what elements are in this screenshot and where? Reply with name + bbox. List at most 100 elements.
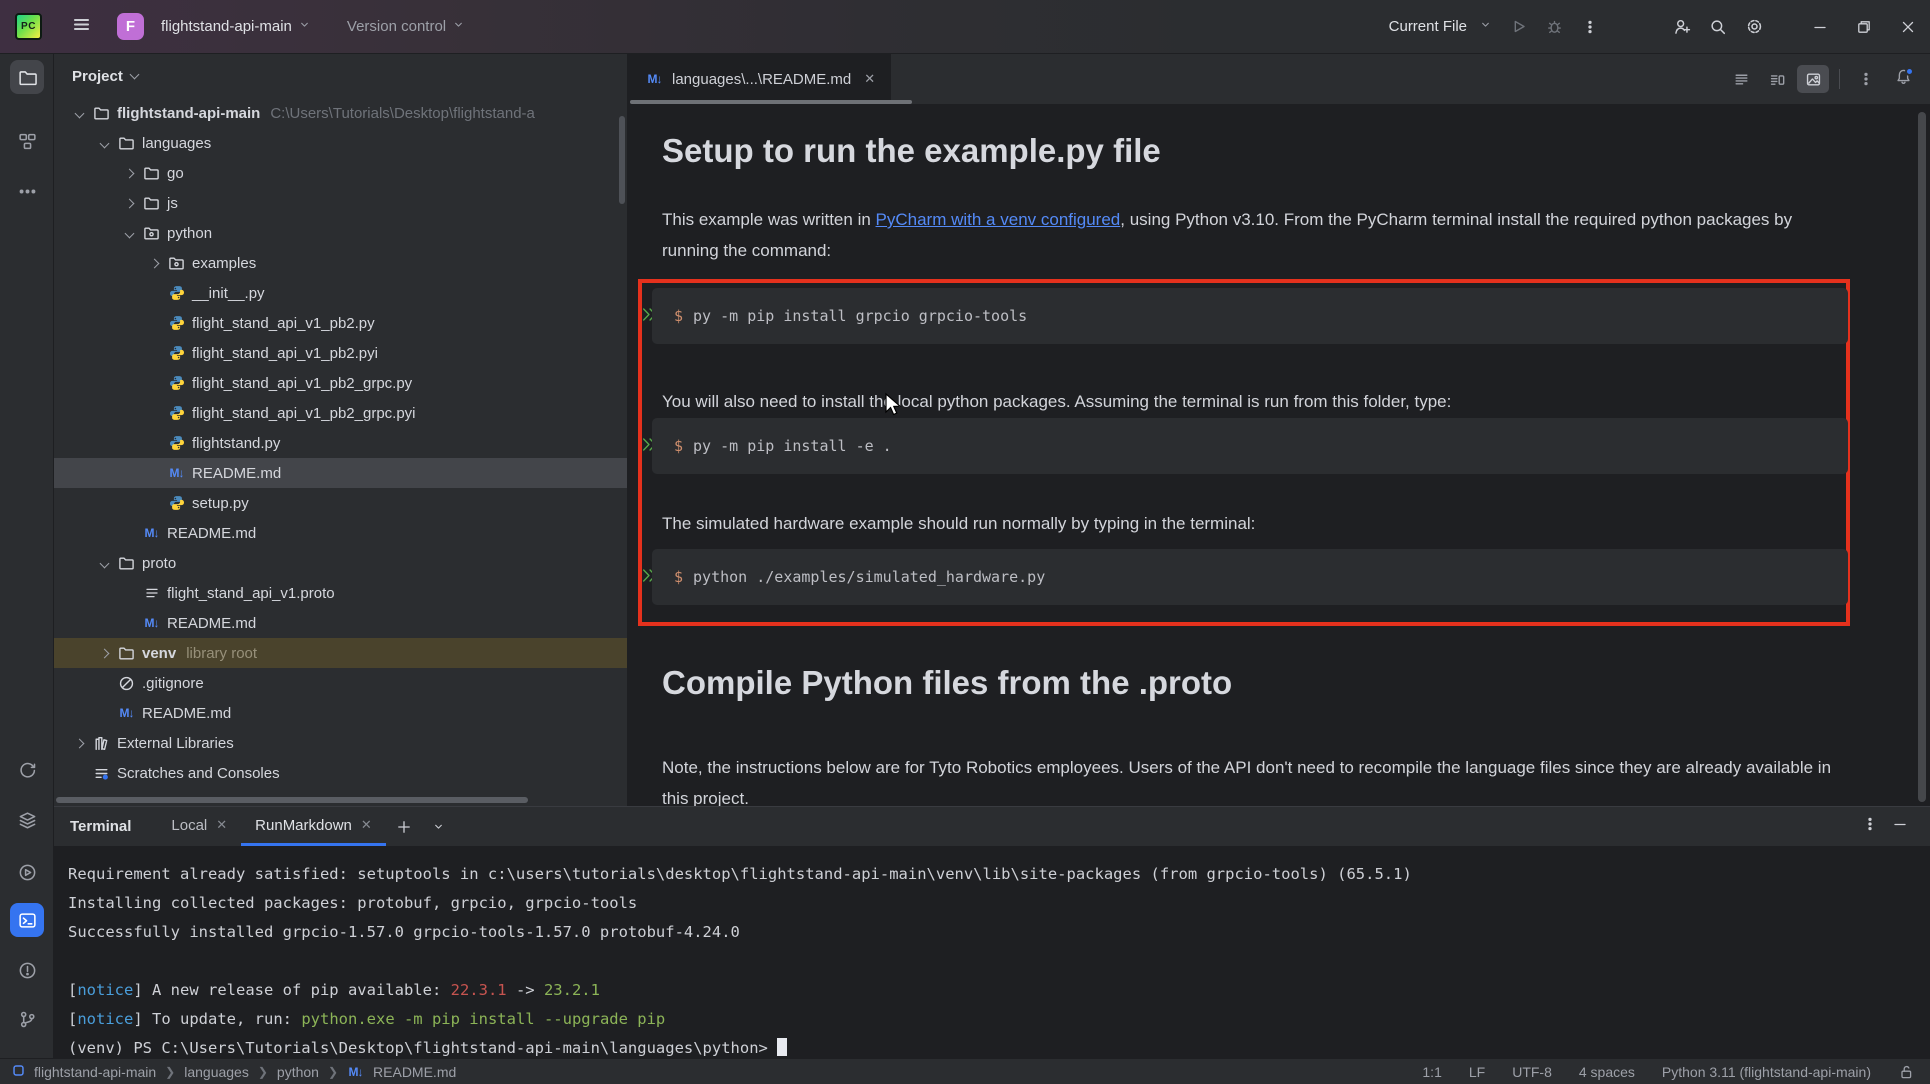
breadcrumb-separator: ❯ — [258, 1065, 268, 1079]
run-icon[interactable] — [1500, 11, 1536, 43]
breadcrumb[interactable]: languages — [184, 1064, 249, 1080]
more-actions-icon[interactable] — [1572, 11, 1608, 43]
status-widget[interactable]: UTF-8 — [1512, 1064, 1552, 1080]
run-configuration-selector[interactable]: Current File — [1381, 12, 1500, 41]
services-icon[interactable] — [10, 855, 44, 889]
status-widget[interactable]: 4 spaces — [1579, 1064, 1635, 1080]
pycharm-venv-link[interactable]: PyCharm with a venv configured — [876, 210, 1121, 229]
notifications-bell-icon[interactable] — [1886, 65, 1920, 93]
tab-close-icon[interactable]: ✕ — [864, 71, 875, 87]
python-packages-icon[interactable] — [10, 803, 44, 837]
problems-icon[interactable] — [10, 953, 44, 987]
editor-more-options-icon[interactable] — [1850, 65, 1882, 93]
tree-item-readme-md[interactable]: M↓README.md — [54, 608, 627, 638]
tree-expand-chevron[interactable] — [75, 738, 85, 748]
editor-vertical-scrollbar[interactable] — [1918, 112, 1926, 802]
tree-item-js[interactable]: js — [54, 188, 627, 218]
tree-item-go[interactable]: go — [54, 158, 627, 188]
project-tool-window: Project flightstand-api-mainC:\Users\Tut… — [54, 54, 628, 806]
tree-expand-chevron[interactable] — [100, 138, 110, 148]
terminal-icon[interactable] — [10, 903, 44, 937]
tree-item-scratches-and-consoles[interactable]: Scratches and Consoles — [54, 758, 627, 788]
window-close-button[interactable] — [1886, 9, 1930, 45]
window-minimize-button[interactable] — [1798, 9, 1842, 45]
terminal-output[interactable]: Requirement already satisfied: setuptool… — [54, 847, 1930, 1063]
terminal-line: Installing collected packages: protobuf,… — [68, 889, 1930, 918]
tree-expand-chevron[interactable] — [100, 558, 110, 568]
terminal-tab-options-icon[interactable] — [422, 807, 455, 846]
markdown-icon: M↓ — [118, 705, 135, 722]
chevron-down-icon — [452, 18, 465, 35]
preview-only-icon[interactable] — [1797, 65, 1829, 93]
tree-item-flight-stand-api-v1-pb2-grpc-py[interactable]: flight_stand_api_v1_pb2_grpc.py — [54, 368, 627, 398]
tab-close-icon[interactable]: ✕ — [361, 817, 372, 833]
project-avatar: F — [117, 13, 144, 40]
project-horizontal-scrollbar[interactable] — [56, 797, 528, 803]
tree-expand-chevron[interactable] — [125, 228, 135, 238]
tree-item-readme-md[interactable]: M↓README.md — [54, 518, 627, 548]
settings-gear-icon[interactable] — [1736, 11, 1772, 43]
tree-item-examples[interactable]: examples — [54, 248, 627, 278]
tree-expand-chevron[interactable] — [125, 168, 135, 178]
tree-item-python[interactable]: python — [54, 218, 627, 248]
tree-item-label: External Libraries — [117, 735, 234, 752]
terminal-more-options-icon[interactable] — [1862, 816, 1878, 837]
editor-tab-readme[interactable]: M↓ languages\...\README.md ✕ — [628, 54, 891, 104]
tree-expand-chevron[interactable] — [75, 108, 85, 118]
structure-icon[interactable] — [10, 124, 44, 158]
terminal-tab-runmarkdown[interactable]: RunMarkdown✕ — [241, 807, 386, 846]
tree-item-flightstand-api-main[interactable]: flightstand-api-mainC:\Users\Tutorials\D… — [54, 98, 627, 128]
more-tools-icon[interactable] — [10, 174, 44, 208]
tree-item-flight-stand-api-v1-pb2-grpc-pyi[interactable]: flight_stand_api_v1_pb2_grpc.pyi — [54, 398, 627, 428]
tree-item-flight-stand-api-v1-pb2-pyi[interactable]: flight_stand_api_v1_pb2.pyi — [54, 338, 627, 368]
project-selector[interactable]: flightstand-api-main — [144, 12, 319, 41]
tree-item-flight-stand-api-v1-proto[interactable]: flight_stand_api_v1.proto — [54, 578, 627, 608]
tree-item-readme-md[interactable]: M↓README.md — [54, 458, 627, 488]
tree-item-readme-md[interactable]: M↓README.md — [54, 698, 627, 728]
editor-only-icon[interactable] — [1725, 65, 1757, 93]
tree-item-label: flight_stand_api_v1.proto — [167, 585, 335, 602]
status-widget[interactable]: 1:1 — [1422, 1064, 1441, 1080]
main-menu-icon[interactable] — [64, 9, 99, 44]
tree-item-setup-py[interactable]: setup.py — [54, 488, 627, 518]
search-everywhere-icon[interactable] — [1700, 11, 1736, 43]
tab-close-icon[interactable]: ✕ — [216, 817, 227, 833]
project-panel-header[interactable]: Project — [54, 54, 627, 98]
lock-open-icon[interactable] — [1898, 1064, 1914, 1080]
chevron-down-icon — [1479, 18, 1492, 35]
markdown-file-icon: M↓ — [347, 1063, 364, 1080]
project-selector-label: flightstand-api-main — [161, 18, 292, 35]
tree-item--init-py[interactable]: __init__.py — [54, 278, 627, 308]
code-with-me-icon[interactable] — [1664, 11, 1700, 43]
window-restore-button[interactable] — [1842, 9, 1886, 45]
terminal-tab-local[interactable]: Local ✕ — [157, 807, 241, 846]
version-control-branch-icon[interactable] — [10, 1002, 44, 1036]
terminal-hide-icon[interactable] — [1892, 816, 1908, 837]
tree-expand-chevron[interactable] — [125, 198, 135, 208]
project-folder-icon[interactable] — [10, 60, 44, 94]
tree-expand-chevron[interactable] — [100, 648, 110, 658]
breadcrumb[interactable]: flightstand-api-main — [34, 1064, 156, 1080]
terminal-caret — [777, 1038, 787, 1056]
tree-item-label: flight_stand_api_v1_pb2.py — [192, 315, 375, 332]
tree-item-languages[interactable]: languages — [54, 128, 627, 158]
python-console-icon[interactable] — [10, 753, 44, 787]
tree-item-venv[interactable]: venvlibrary root — [54, 638, 627, 668]
new-terminal-tab-icon[interactable] — [386, 807, 422, 846]
tree-item-label: go — [167, 165, 184, 182]
tree-item-proto[interactable]: proto — [54, 548, 627, 578]
tree-item--gitignore[interactable]: .gitignore — [54, 668, 627, 698]
project-vertical-scrollbar[interactable] — [619, 116, 625, 204]
tree-item-external-libraries[interactable]: External Libraries — [54, 728, 627, 758]
tree-expand-chevron[interactable] — [150, 258, 160, 268]
breadcrumb[interactable]: python — [277, 1064, 319, 1080]
debug-icon[interactable] — [1536, 11, 1572, 43]
terminal-tab-label: Local — [171, 817, 207, 834]
vcs-widget[interactable]: Version control — [339, 12, 473, 41]
tree-item-flightstand-py[interactable]: flightstand.py — [54, 428, 627, 458]
breadcrumb[interactable]: README.md — [373, 1064, 456, 1080]
status-widget[interactable]: Python 3.11 (flightstand-api-main) — [1662, 1064, 1871, 1080]
tree-item-flight-stand-api-v1-pb2-py[interactable]: flight_stand_api_v1_pb2.py — [54, 308, 627, 338]
status-widget[interactable]: LF — [1469, 1064, 1485, 1080]
editor-and-preview-icon[interactable] — [1761, 65, 1793, 93]
